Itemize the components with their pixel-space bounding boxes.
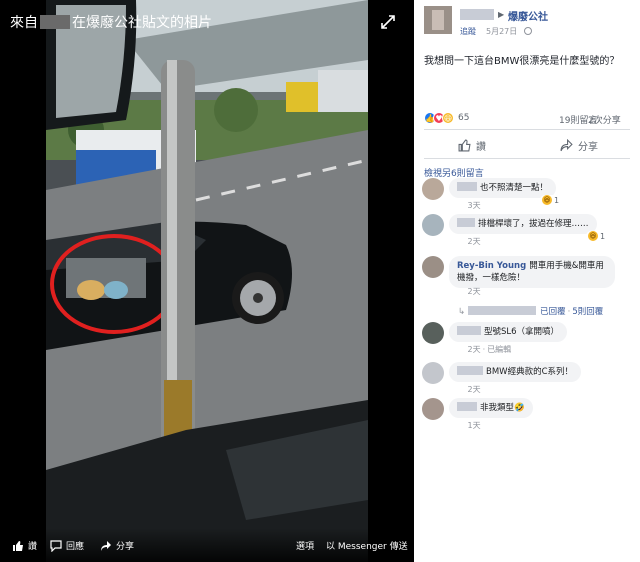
commenter-avatar[interactable] [422, 322, 444, 344]
post-panel: ▶ 爆廢公社 追蹤 5月27日 我想問一下這台BMW很漂亮是什麼型號的？ 👍 ♥… [414, 0, 640, 562]
post-like-label: 讚 [476, 142, 486, 153]
comment-like-blurred[interactable] [457, 287, 460, 296]
reaction-summary[interactable]: 👍 ♥ 😆 65 [424, 112, 469, 124]
reply-arrow-icon: ↳ [458, 307, 466, 317]
divider [424, 129, 630, 130]
haha-reaction-icon: 😆 [588, 231, 598, 241]
comment-reaction-count: 1 [554, 195, 560, 205]
blurred-name [40, 15, 70, 29]
car-photo [46, 0, 368, 562]
send-messenger-button[interactable]: 以 Messenger 傳送 [326, 539, 408, 552]
globe-icon [524, 27, 532, 35]
comment-bubble: 非我類型🤣 [449, 398, 533, 418]
follow-link[interactable]: 追蹤 [460, 26, 476, 37]
comment-meta: 1天 [457, 420, 481, 431]
comment-reaction-count: 1 [600, 231, 606, 241]
comment-text: 也不照清楚一點！ [480, 183, 549, 193]
comment-time[interactable]: 2天 [468, 345, 481, 354]
commenter-name-blurred[interactable] [457, 366, 483, 375]
poster-name-blurred[interactable] [460, 9, 494, 20]
comment-bubble: BMW經典款的C系列！ [449, 362, 582, 382]
share-count-link[interactable]: 2次分享 [588, 113, 621, 126]
share-label: 分享 [116, 542, 135, 552]
poster-avatar[interactable] [424, 6, 452, 34]
comment-text: 型號SL6（拿開噴） [484, 327, 560, 337]
thumbs-up-icon [13, 540, 23, 551]
comment-time[interactable]: 2天 [468, 287, 481, 296]
comment-meta: 3天 [457, 200, 481, 211]
like-button[interactable]: 讚 [12, 539, 37, 552]
post-share-label: 分享 [578, 142, 598, 153]
post-share-button[interactable]: 分享 [560, 138, 598, 153]
comment-meta: 2天 [457, 384, 481, 395]
separator: · [567, 307, 571, 317]
comment-like-blurred[interactable] [457, 237, 460, 246]
commenter-avatar[interactable] [422, 178, 444, 200]
photo-title-prefix: 來自 [10, 15, 38, 31]
commenter-avatar[interactable] [422, 214, 444, 236]
share-icon [101, 540, 111, 551]
options-label: 選項 [296, 542, 315, 552]
commenter-name-blurred[interactable] [457, 182, 477, 191]
replied-link[interactable]: 已回覆 [540, 307, 566, 317]
comment-meta: 2天 · 已編輯 [457, 344, 512, 355]
post-header: ▶ 爆廢公社 追蹤 5月27日 [424, 6, 634, 40]
thumbs-up-icon [458, 139, 471, 152]
reply-author-blurred[interactable] [468, 306, 537, 315]
haha-reaction-icon: 😆 [542, 195, 552, 205]
comment-like-blurred[interactable] [457, 385, 460, 394]
comment-icon [50, 539, 62, 552]
options-button[interactable]: 選項 [296, 539, 314, 552]
reaction-count: 65 [458, 113, 470, 123]
comment-edited-label[interactable]: 已編輯 [487, 345, 511, 354]
comment-text: BMW經典款的C系列！ [486, 367, 574, 377]
photo-title-suffix: 在爆廢公社貼文的相片 [72, 15, 212, 31]
commenter-avatar[interactable] [422, 362, 444, 384]
like-label: 讚 [28, 542, 38, 552]
share-button[interactable]: 分享 [100, 539, 134, 552]
comment-like-blurred[interactable] [457, 345, 460, 354]
comment-reaction[interactable]: 😆 1 [540, 195, 562, 205]
comment-text: 排檔桿壞了，拔過在修理…… [478, 219, 589, 229]
reply-row: ↳ 已回覆 · 5則回覆 [458, 305, 603, 317]
haha-reaction-icon: 😆 [442, 112, 454, 124]
photo-bottom-bar: 讚 回應 分享 選項 以 Messenger 傳送 [0, 528, 414, 562]
photo-title: 來自 在爆廢公社貼文的相片 [10, 12, 212, 32]
commenter-name-link[interactable]: Rey-Bin Young [457, 261, 526, 271]
comment-bubble: 排檔桿壞了，拔過在修理…… [449, 214, 597, 234]
group-name-link[interactable]: 爆廢公社 [508, 8, 548, 23]
post-like-button[interactable]: 讚 [458, 138, 486, 153]
commenter-avatar[interactable] [422, 398, 444, 420]
comment-label: 回應 [66, 542, 85, 552]
comment-reaction[interactable]: 😆 1 [586, 231, 608, 241]
arrow-right-icon: ▶ [498, 10, 505, 19]
commenter-name-blurred[interactable] [457, 402, 477, 411]
comment-meta: 2天 [457, 236, 481, 247]
comment-like-blurred[interactable] [457, 201, 460, 210]
comment-time[interactable]: 3天 [468, 201, 481, 210]
commenter-avatar[interactable] [422, 256, 444, 278]
view-replies-link[interactable]: 5則回覆 [572, 307, 603, 317]
comment-bubble: 也不照清楚一點！ [449, 178, 557, 198]
post-date[interactable]: 5月27日 [486, 26, 517, 37]
comment-time[interactable]: 2天 [468, 385, 481, 394]
comment-meta: 2天 [457, 286, 481, 297]
post-text: 我想問一下這台BMW很漂亮是什麼型號的？ [424, 56, 620, 67]
comment-button[interactable]: 回應 [50, 539, 84, 552]
commenter-name-blurred[interactable] [457, 218, 475, 227]
commenter-name-blurred[interactable] [457, 326, 481, 335]
share-icon [560, 139, 573, 152]
comment-text: 非我類型🤣 [480, 403, 525, 413]
comment-like-blurred[interactable] [457, 421, 460, 430]
comment-time[interactable]: 1天 [468, 421, 481, 430]
photo-viewer: 來自 在爆廢公社貼文的相片 讚 回應 分享 選項 以 Messenger 傳送 [0, 0, 414, 562]
expand-icon[interactable] [380, 14, 396, 30]
comment-bubble: 型號SL6（拿開噴） [449, 322, 568, 342]
divider [424, 158, 630, 159]
send-messenger-label: 以 Messenger 傳送 [326, 542, 408, 552]
comment-time[interactable]: 2天 [468, 237, 481, 246]
comment-bubble: Rey-Bin Young 開車用手機&開車用機撥，一樣危險！ [449, 256, 615, 288]
